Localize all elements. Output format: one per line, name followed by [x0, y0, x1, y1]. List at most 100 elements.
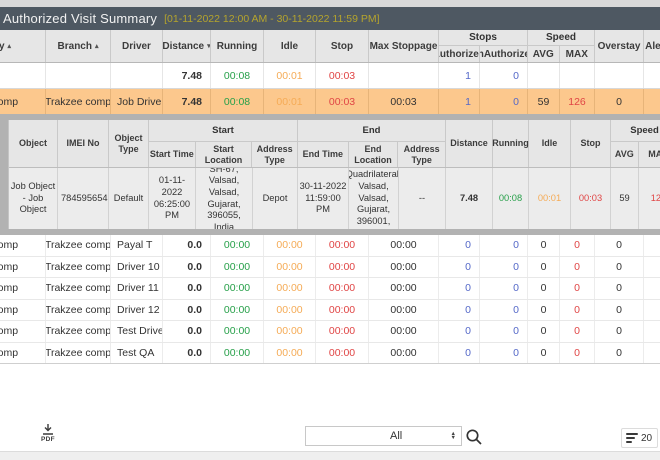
footer-strip	[0, 451, 660, 460]
cell-running: 00:00	[211, 321, 264, 342]
column-header-idle[interactable]: Idle	[264, 30, 316, 62]
download-icon	[42, 424, 54, 435]
cell-max-stoppage: 00:00	[369, 257, 439, 278]
cell-max-stoppage: 00:03	[369, 89, 439, 115]
cell-avg-speed: 0	[528, 321, 560, 342]
page-size-selector[interactable]: 20	[621, 428, 658, 448]
cell-branch: Trakzee comp	[46, 235, 111, 256]
detail-column-start-time: Start Time	[149, 142, 196, 167]
cell-branch: Trakzee comp	[46, 300, 111, 321]
cell-idle: 00:00	[264, 300, 316, 321]
cell-company: Trakzee comp	[0, 300, 46, 321]
detail-avg: 59	[611, 168, 639, 229]
cell-authorized: 0	[439, 321, 480, 342]
cell-avg-speed: 0	[528, 300, 560, 321]
column-header-alert[interactable]: Alert	[644, 30, 660, 62]
detail-column-avg: AVG	[611, 142, 639, 167]
total-distance: 7.48	[163, 63, 211, 88]
detail-column-end-address-type: Address Type	[398, 142, 445, 167]
cell-running: 00:00	[211, 278, 264, 299]
table-row[interactable]: Trakzee comp Trakzee comp Payal T 0.0 00…	[0, 235, 660, 257]
cell-overstay: 0	[595, 235, 644, 256]
cell-overstay: 0	[595, 343, 644, 364]
table-row[interactable]: Trakzee comp Trakzee comp Test QA 0.0 00…	[0, 343, 660, 365]
cell-stop: 00:00	[316, 257, 369, 278]
cell-stop: 00:00	[316, 300, 369, 321]
cell-stop: 00:00	[316, 235, 369, 256]
column-header-avg-speed[interactable]: AVG	[528, 46, 560, 62]
cell-authorized: 0	[439, 257, 480, 278]
panel-title-bar: Authorized Visit Summary [01-11-2022 12:…	[0, 7, 660, 30]
table-row-expanded[interactable]: Trakzee comp Trakzee comp Job Driver 7.4…	[0, 89, 660, 115]
detail-idle: 00:01	[529, 168, 571, 229]
table-row[interactable]: Trakzee comp Trakzee comp Driver 10 0.0 …	[0, 257, 660, 279]
select-arrows-icon: ▲▼	[451, 432, 456, 441]
cell-max-stoppage: 00:00	[369, 235, 439, 256]
table-row[interactable]: Trakzee comp Trakzee comp Driver 11 0.0 …	[0, 278, 660, 300]
total-stop: 00:03	[316, 63, 369, 88]
detail-end-location: Golden Quadrilateral, Valsad, Valsad, Gu…	[349, 168, 399, 229]
column-header-authorized[interactable]: Authorized	[439, 46, 480, 62]
cell-max-speed: 0	[560, 343, 595, 364]
cell-distance: 0.0	[163, 321, 211, 342]
table-row[interactable]: Trakzee comp Trakzee comp Driver 12 0.0 …	[0, 300, 660, 322]
cell-max-stoppage: 00:00	[369, 278, 439, 299]
export-pdf-button[interactable]: PDF	[36, 424, 60, 448]
detail-column-start-location: Start Location	[196, 142, 253, 167]
column-header-unauthorized[interactable]: UnAuthorized	[480, 46, 527, 62]
cell-company: Trakzee comp	[0, 257, 46, 278]
cell-stop: 00:00	[316, 278, 369, 299]
cell-idle: 00:00	[264, 278, 316, 299]
table-row[interactable]: Trakzee comp Trakzee comp Test Driver 0.…	[0, 321, 660, 343]
cell-overstay: 0	[595, 278, 644, 299]
column-header-driver[interactable]: Driver	[111, 30, 163, 62]
search-button[interactable]	[465, 428, 483, 446]
cell-company: Trakzee comp	[0, 278, 46, 299]
column-header-branch[interactable]: Branch ▴	[46, 30, 111, 62]
cell-company: Trakzee comp	[0, 89, 46, 115]
total-idle: 00:01	[264, 63, 316, 88]
detail-group-end: End End Time End Location Address Type	[298, 120, 446, 167]
column-header-overstay[interactable]: Overstay	[595, 30, 644, 62]
column-header-company[interactable]: Company ▴	[0, 30, 46, 62]
cell-driver: Driver 10	[111, 257, 163, 278]
total-running: 00:08	[211, 63, 264, 88]
column-header-max-speed[interactable]: MAX	[560, 46, 594, 62]
cell-unauthorized: 0	[480, 300, 528, 321]
cell-idle: 00:00	[264, 343, 316, 364]
cell-driver: Test Driver	[111, 321, 163, 342]
detail-column-running: Running	[493, 120, 529, 167]
cell-max-speed: 0	[560, 235, 595, 256]
total-authorized: 1	[439, 63, 480, 88]
visit-detail-table: Object IMEI No Object Type Start Start T…	[8, 120, 660, 229]
summary-table-header: Company ▴ Branch ▴ Driver Distance ▾ Run…	[0, 30, 660, 63]
total-unauthorized: 0	[480, 63, 528, 88]
detail-stop: 00:03	[571, 168, 611, 229]
cell-branch: Trakzee comp	[46, 321, 111, 342]
cell-running: 00:00	[211, 235, 264, 256]
cell-overstay: 0	[595, 89, 644, 115]
search-column-select[interactable]: All ▲▼	[385, 426, 462, 446]
cell-stop: 00:03	[316, 89, 369, 115]
search-input[interactable]	[305, 426, 386, 446]
cell-branch: Trakzee comp	[46, 89, 111, 115]
detail-distance: 7.48	[446, 168, 493, 229]
cell-max-stoppage: 00:00	[369, 343, 439, 364]
cell-unauthorized: 0	[480, 89, 528, 115]
cell-authorized: 1	[439, 89, 480, 115]
cell-overstay: 0	[595, 257, 644, 278]
column-header-max-stoppage[interactable]: Max Stoppage	[369, 30, 439, 62]
sort-asc-icon: ▴	[95, 42, 99, 50]
cell-branch: Trakzee comp	[46, 257, 111, 278]
cell-unauthorized: 0	[480, 321, 528, 342]
cell-distance: 0.0	[163, 257, 211, 278]
column-header-stop[interactable]: Stop	[316, 30, 369, 62]
sort-asc-icon: ▴	[8, 42, 12, 50]
column-group-stops: Stops Authorized UnAuthorized	[439, 30, 528, 62]
column-header-running[interactable]: Running	[211, 30, 264, 62]
cell-authorized: 0	[439, 278, 480, 299]
column-header-distance[interactable]: Distance ▾	[163, 30, 211, 62]
cell-driver: Job Driver	[111, 89, 163, 115]
cell-max-speed: 0	[560, 321, 595, 342]
cell-avg-speed: 59	[528, 89, 560, 115]
